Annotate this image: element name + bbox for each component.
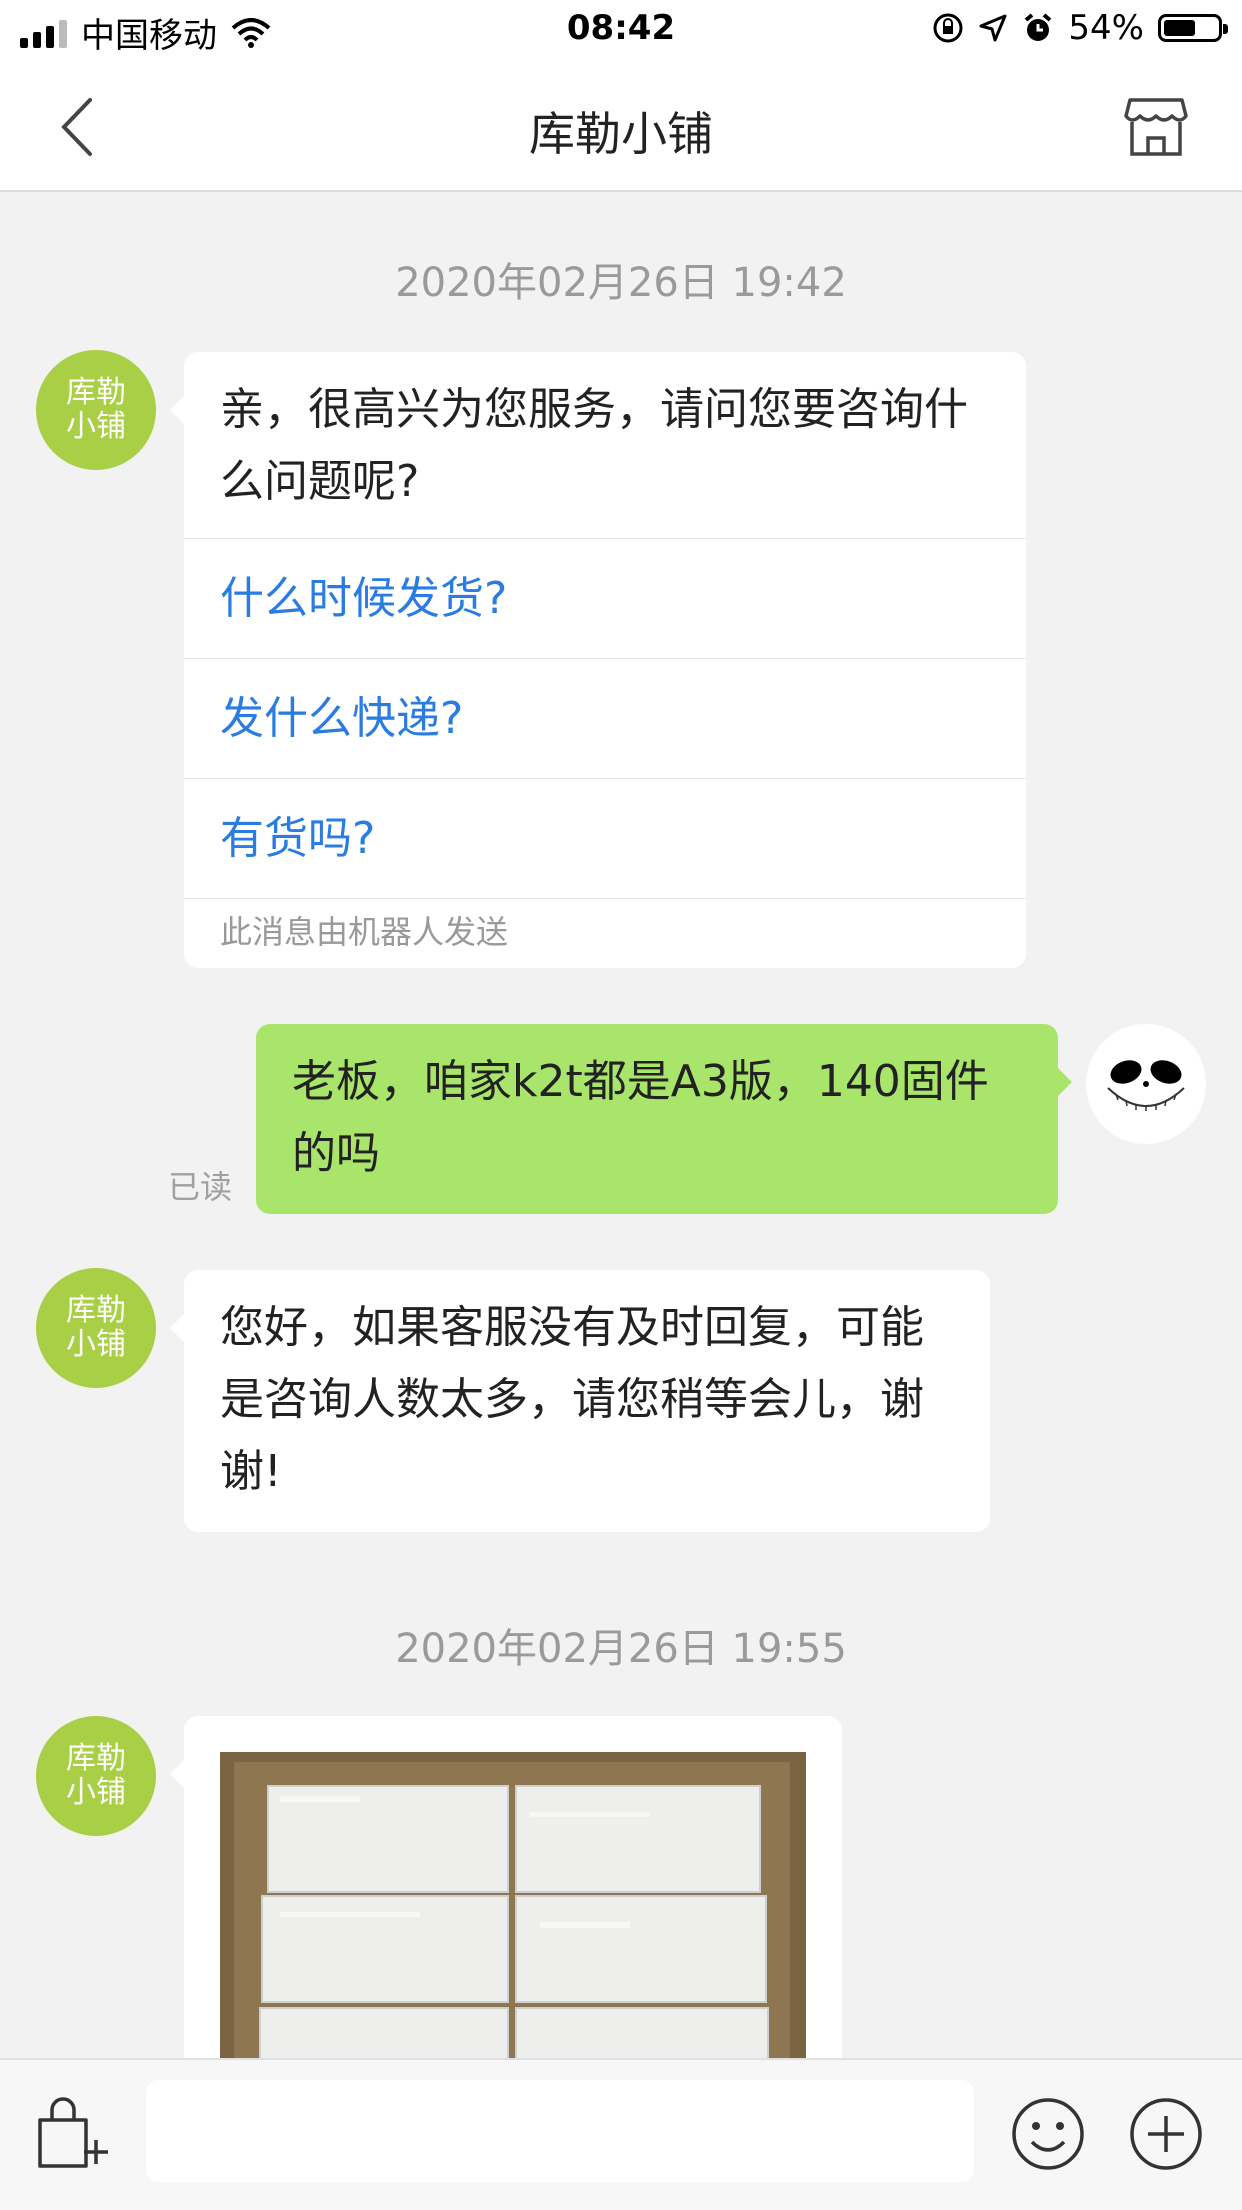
- status-right: 54%: [932, 8, 1228, 48]
- emoji-icon[interactable]: [1010, 2096, 1086, 2172]
- status-bar: 中国移动 08:42 54%: [0, 0, 1242, 62]
- auto-reply-text: 您好，如果客服没有及时回复，可能是咨询人数太多，请您稍等会儿，谢谢!: [220, 1302, 924, 1497]
- avatar-label-line1: 库勒: [66, 1741, 126, 1776]
- auto-reply-bubble: 您好，如果客服没有及时回复，可能是咨询人数太多，请您稍等会儿，谢谢!: [170, 1270, 990, 1532]
- avatar-label-line2: 小铺: [66, 409, 126, 444]
- avatar-label-line1: 库勒: [66, 1293, 126, 1328]
- user-message-text: 老板，咱家k2t都是A3版，140固件的吗: [292, 1056, 989, 1179]
- user-avatar[interactable]: [1086, 1024, 1206, 1144]
- robot-note: 此消息由机器人发送: [184, 898, 1026, 965]
- bottom-bar: [0, 2058, 1242, 2210]
- store-icon[interactable]: [1124, 94, 1188, 158]
- shop-avatar[interactable]: 库勒 小铺: [36, 350, 156, 470]
- rotation-lock-icon: [933, 13, 963, 43]
- shopping-bag-add-icon[interactable]: [34, 2096, 110, 2172]
- message-input[interactable]: [146, 2080, 974, 2182]
- avatar-label-line2: 小铺: [66, 1775, 126, 1810]
- avatar-label-line2: 小铺: [66, 1327, 126, 1362]
- shop-avatar[interactable]: 库勒 小铺: [36, 1716, 156, 1836]
- battery-percent: 54%: [1068, 8, 1144, 48]
- skull-face-icon: [1107, 1060, 1185, 1111]
- page-title: 库勒小铺: [529, 107, 713, 161]
- shop-avatar[interactable]: 库勒 小铺: [36, 1268, 156, 1388]
- quick-question-in-stock[interactable]: 有货吗?: [184, 778, 1026, 898]
- read-status: 已读: [168, 1168, 233, 1206]
- quick-question-shipping-time[interactable]: 什么时候发货?: [184, 538, 1026, 658]
- product-photo[interactable]: [220, 1752, 806, 2068]
- nav-bar: 库勒小铺: [0, 62, 1242, 192]
- quick-question-courier[interactable]: 发什么快递?: [184, 658, 1026, 778]
- chat-timestamp: 2020年02月26日 19:55: [395, 1626, 847, 1672]
- plus-circle-icon[interactable]: [1128, 2096, 1204, 2172]
- bot-greeting-text: 亲，很高兴为您服务，请问您要咨询什么问题呢?: [220, 384, 968, 507]
- alarm-icon: [1025, 13, 1052, 41]
- battery-icon: [1158, 14, 1228, 42]
- location-icon: [979, 14, 1007, 42]
- bot-message-bubble: 亲，很高兴为您服务，请问您要咨询什么问题呢? 什么时候发货? 发什么快递? 有货…: [170, 352, 1026, 968]
- chat-timestamp: 2020年02月26日 19:42: [395, 260, 847, 306]
- user-message-bubble: 老板，咱家k2t都是A3版，140固件的吗: [256, 1024, 1072, 1214]
- avatar-label-line1: 库勒: [66, 375, 126, 410]
